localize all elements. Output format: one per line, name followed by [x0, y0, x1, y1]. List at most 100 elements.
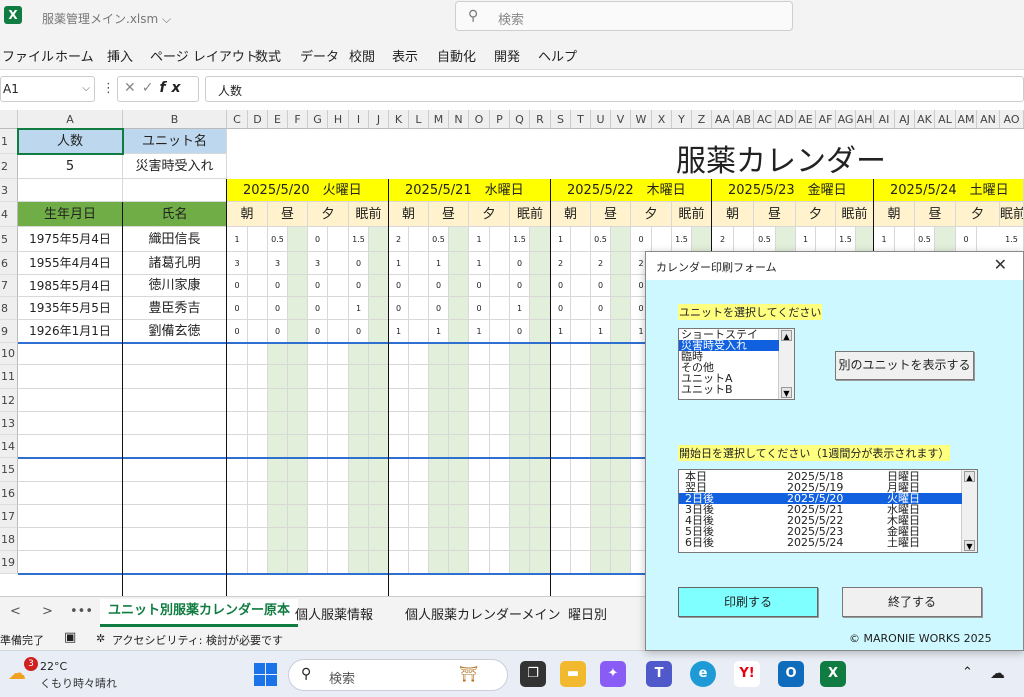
weather-icon[interactable]: ☁: [8, 663, 26, 684]
day-header[interactable]: 2025/5/21 水曜日: [389, 179, 551, 202]
search-box[interactable]: ⚲ 検索: [455, 1, 793, 31]
menu-item[interactable]: ファイル: [2, 46, 54, 65]
grid-cell[interactable]: [389, 365, 409, 389]
dose-cell[interactable]: 1: [429, 320, 449, 343]
status-accessibility[interactable]: アクセシビリティ: 検討が必要です: [112, 632, 283, 648]
row-header[interactable]: 7: [0, 275, 18, 297]
column-header[interactable]: L: [409, 110, 429, 129]
grid-cell[interactable]: [469, 482, 490, 505]
grid-cell[interactable]: [369, 505, 389, 528]
dose-cell[interactable]: 1: [227, 227, 248, 252]
grid-cell[interactable]: [510, 412, 530, 435]
dose-cell[interactable]: 2: [591, 252, 611, 275]
day-header[interactable]: 2025/5/23 金曜日: [712, 179, 874, 202]
grid-cell[interactable]: [429, 482, 449, 505]
grid-cell[interactable]: [227, 389, 248, 412]
grid-cell[interactable]: [551, 551, 571, 574]
grid-cell[interactable]: [571, 505, 591, 528]
column-header[interactable]: N: [449, 110, 469, 129]
name-box[interactable]: A1 ⌵: [0, 76, 95, 102]
grid-cell[interactable]: [611, 458, 631, 482]
dose-cell[interactable]: 0.5: [915, 227, 935, 252]
column-header[interactable]: AI: [874, 110, 895, 129]
grid-cell[interactable]: [409, 482, 429, 505]
grid-cell[interactable]: [490, 320, 510, 343]
grid-cell[interactable]: [591, 482, 611, 505]
grid-cell[interactable]: [551, 458, 571, 482]
column-header[interactable]: W: [631, 110, 652, 129]
slot-header[interactable]: 夕: [469, 202, 510, 227]
dose-cell[interactable]: 0: [469, 297, 490, 320]
grid-cell[interactable]: [530, 505, 551, 528]
grid-cell[interactable]: [227, 528, 248, 551]
column-header[interactable]: G: [308, 110, 328, 129]
column-header[interactable]: AN: [977, 110, 1000, 129]
grid-cell[interactable]: [490, 227, 510, 252]
grid-cell[interactable]: [369, 482, 389, 505]
grid-cell[interactable]: [530, 365, 551, 389]
formula-input[interactable]: 人数: [205, 76, 1024, 102]
grid-cell[interactable]: [571, 343, 591, 365]
column-header[interactable]: AK: [915, 110, 935, 129]
taskbar-search[interactable]: ⚲ 検索 ⛩: [288, 659, 508, 691]
grid-cell[interactable]: [449, 343, 469, 365]
grid-cell[interactable]: [308, 343, 328, 365]
macro-record-icon[interactable]: ▣: [64, 630, 76, 645]
grid-cell[interactable]: [551, 505, 571, 528]
patient-dob[interactable]: 1955年4月4日: [18, 252, 123, 275]
column-header[interactable]: X: [652, 110, 672, 129]
slot-header[interactable]: 夕: [796, 202, 836, 227]
grid-cell[interactable]: [571, 389, 591, 412]
grid-cell[interactable]: [490, 551, 510, 574]
dose-cell[interactable]: 0: [591, 275, 611, 297]
row-header[interactable]: 3: [0, 179, 18, 202]
dose-cell[interactable]: 0: [591, 297, 611, 320]
dose-cell[interactable]: 1: [389, 252, 409, 275]
grid-cell[interactable]: [389, 412, 409, 435]
grid-cell[interactable]: [530, 252, 551, 275]
unit-listbox[interactable]: ▲ ▼ ショートステイ 災害時受入れ 臨時 その他 ユニットA ユニットB: [678, 328, 795, 400]
menu-item[interactable]: 数式: [255, 46, 281, 65]
chevron-down-icon[interactable]: ⌵: [82, 83, 90, 94]
grid-cell[interactable]: [409, 275, 429, 297]
grid-cell[interactable]: [248, 275, 268, 297]
column-header[interactable]: Y: [672, 110, 692, 129]
grid-cell[interactable]: [449, 227, 469, 252]
grid-cell[interactable]: [469, 389, 490, 412]
grid-cell[interactable]: [409, 528, 429, 551]
grid-cell[interactable]: [530, 458, 551, 482]
grid-cell[interactable]: [490, 297, 510, 320]
grid-cell[interactable]: [389, 435, 409, 458]
more-icon[interactable]: •••: [70, 604, 93, 619]
grid-cell[interactable]: [248, 365, 268, 389]
dose-cell[interactable]: 0: [268, 275, 288, 297]
slot-header[interactable]: 眠前: [1000, 202, 1024, 227]
column-header[interactable]: J: [369, 110, 389, 129]
grid-cell[interactable]: [611, 297, 631, 320]
grid-cell[interactable]: [308, 365, 328, 389]
grid-cell[interactable]: [268, 505, 288, 528]
grid-cell[interactable]: [369, 412, 389, 435]
grid-cell[interactable]: [449, 482, 469, 505]
grid-cell[interactable]: [591, 458, 611, 482]
grid-cell[interactable]: [288, 252, 308, 275]
grid-cell[interactable]: [288, 275, 308, 297]
dose-cell[interactable]: 1: [551, 227, 571, 252]
slot-header[interactable]: 朝: [712, 202, 754, 227]
grid-cell[interactable]: [816, 227, 836, 252]
header-cell-name[interactable]: 氏名: [123, 202, 227, 227]
grid-cell[interactable]: [530, 275, 551, 297]
patient-dob[interactable]: 1975年5月4日: [18, 227, 123, 252]
menu-item[interactable]: 自動化: [437, 46, 476, 65]
grid-cell[interactable]: [328, 252, 349, 275]
column-header[interactable]: P: [490, 110, 510, 129]
column-header[interactable]: R: [530, 110, 551, 129]
column-header[interactable]: H: [328, 110, 349, 129]
grid-cell[interactable]: [288, 505, 308, 528]
grid-cell[interactable]: [895, 227, 915, 252]
grid-cell[interactable]: [227, 343, 248, 365]
grid-cell[interactable]: [530, 227, 551, 252]
dose-cell[interactable]: 1: [429, 252, 449, 275]
grid-cell[interactable]: [611, 320, 631, 343]
menu-item[interactable]: データ: [300, 46, 339, 65]
